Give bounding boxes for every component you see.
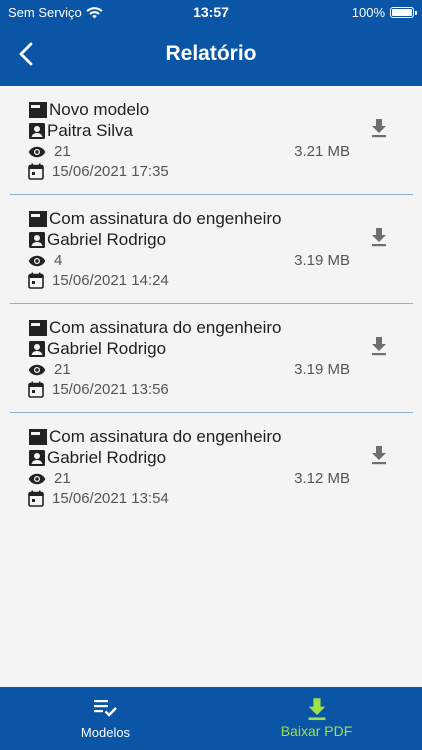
- download-button[interactable]: [365, 114, 393, 142]
- report-author: Paitra Silva: [47, 121, 133, 140]
- report-author: Gabriel Rodrigo: [47, 339, 167, 358]
- download-button[interactable]: [365, 332, 393, 360]
- download-button[interactable]: [365, 441, 393, 469]
- download-icon: [372, 119, 386, 138]
- report-views-row: 21: [28, 143, 71, 160]
- tab-modelos[interactable]: Modelos: [0, 687, 211, 750]
- report-date-row: 15/06/2021 14:24: [28, 272, 169, 289]
- download-icon: [372, 337, 386, 356]
- tab-baixar-pdf-label: Baixar PDF: [280, 723, 353, 739]
- document-icon: [29, 211, 47, 227]
- download-icon: [372, 446, 386, 465]
- account-box-icon: [29, 341, 45, 357]
- report-views-row: 21: [28, 361, 71, 378]
- report-title-row: Novo modelo: [28, 100, 149, 120]
- eye-icon: [28, 473, 46, 484]
- report-author: Gabriel Rodrigo: [47, 230, 167, 249]
- report-views: 21: [54, 470, 71, 487]
- eye-icon: [28, 146, 46, 157]
- report-list: Novo modelo Paitra Silva 21 15/06/2021 1…: [10, 86, 413, 522]
- document-icon: [29, 429, 47, 445]
- playlist-check-icon: [93, 700, 117, 717]
- report-size: 3.19 MB: [294, 361, 350, 378]
- report-title: Novo modelo: [49, 100, 150, 119]
- bottom-navigation: Modelos Baixar PDF: [0, 687, 422, 750]
- report-size: 3.19 MB: [294, 252, 350, 269]
- report-item[interactable]: Novo modelo Paitra Silva 21 15/06/2021 1…: [10, 86, 413, 195]
- tab-baixar-pdf[interactable]: Baixar PDF: [211, 687, 422, 750]
- tab-baixar-icon-wrap: [211, 697, 422, 721]
- report-size: 3.21 MB: [294, 143, 350, 160]
- document-icon: [29, 320, 47, 336]
- document-icon: [29, 102, 47, 118]
- report-item[interactable]: Com assinatura do engenheiro Gabriel Rod…: [10, 304, 413, 413]
- report-author-row: Gabriel Rodrigo: [28, 448, 166, 468]
- battery-icon: [390, 7, 417, 18]
- app-bar: Sem Serviço 13:57 100% Relatório: [0, 0, 422, 86]
- report-title-row: Com assinatura do engenheiro: [28, 318, 281, 338]
- account-box-icon: [29, 232, 45, 248]
- report-date: 15/06/2021 17:35: [52, 163, 169, 180]
- report-title-row: Com assinatura do engenheiro: [28, 427, 281, 447]
- battery-info: 100%: [351, 5, 417, 20]
- page-title: Relatório: [165, 42, 257, 65]
- account-box-icon: [29, 123, 45, 139]
- report-date-row: 15/06/2021 13:56: [28, 381, 169, 398]
- calendar-icon: [28, 163, 44, 180]
- report-author-row: Paitra Silva: [28, 121, 133, 141]
- report-date: 15/06/2021 13:54: [52, 490, 169, 507]
- report-date-row: 15/06/2021 17:35: [28, 163, 169, 180]
- report-views: 21: [54, 143, 71, 160]
- report-author: Gabriel Rodrigo: [47, 448, 167, 467]
- eye-icon: [28, 255, 46, 266]
- tab-modelos-icon-wrap: [0, 697, 211, 719]
- report-views-row: 21: [28, 470, 71, 487]
- report-title: Com assinatura do engenheiro: [49, 209, 282, 228]
- tab-modelos-label: Modelos: [80, 725, 131, 740]
- calendar-icon: [28, 381, 44, 398]
- account-box-icon: [29, 450, 45, 466]
- report-views: 4: [54, 252, 63, 269]
- report-views: 21: [54, 361, 71, 378]
- battery-percent: 100%: [351, 5, 385, 20]
- calendar-icon: [28, 490, 44, 507]
- download-icon: [308, 698, 325, 721]
- report-item[interactable]: Com assinatura do engenheiro Gabriel Rod…: [10, 195, 413, 304]
- report-author-row: Gabriel Rodrigo: [28, 339, 166, 359]
- calendar-icon: [28, 272, 44, 289]
- status-bar: Sem Serviço 13:57 100%: [0, 0, 422, 24]
- report-title: Com assinatura do engenheiro: [49, 318, 282, 337]
- report-date: 15/06/2021 14:24: [52, 272, 169, 289]
- report-title-row: Com assinatura do engenheiro: [28, 209, 281, 229]
- report-views-row: 4: [28, 252, 62, 269]
- download-icon: [372, 228, 386, 247]
- eye-icon: [28, 364, 46, 375]
- report-size: 3.12 MB: [294, 470, 350, 487]
- download-button[interactable]: [365, 223, 393, 251]
- report-item[interactable]: Com assinatura do engenheiro Gabriel Rod…: [10, 413, 413, 522]
- report-author-row: Gabriel Rodrigo: [28, 230, 166, 250]
- report-title: Com assinatura do engenheiro: [49, 427, 282, 446]
- report-date: 15/06/2021 13:56: [52, 381, 169, 398]
- report-date-row: 15/06/2021 13:54: [28, 490, 169, 507]
